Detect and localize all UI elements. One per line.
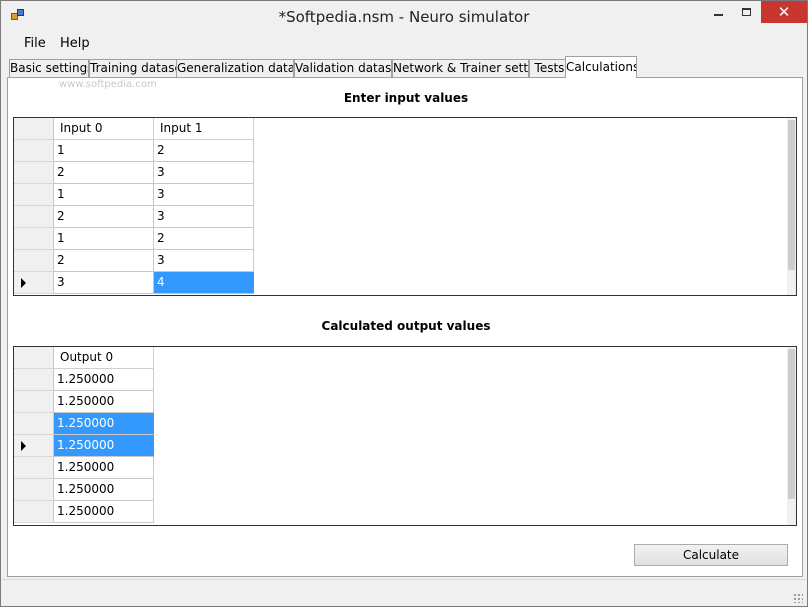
- tab-training-dataset[interactable]: Training dataset: [89, 59, 182, 78]
- tab-validation-dataset[interactable]: Validation dataset: [294, 59, 392, 78]
- output-cell[interactable]: 1.250000: [54, 369, 154, 391]
- tab-calculations[interactable]: Calculations: [565, 56, 637, 78]
- window-title: *Softpedia.nsm - Neuro simulator: [278, 8, 530, 26]
- resize-grip-icon[interactable]: [793, 593, 803, 603]
- input-section-title: Enter input values: [343, 91, 469, 105]
- column-header-output-0[interactable]: Output 0: [54, 347, 154, 369]
- current-row-arrow-icon: [21, 441, 26, 451]
- row-header[interactable]: [14, 369, 54, 391]
- scrollbar-thumb[interactable]: [788, 349, 795, 499]
- output-cell-selected[interactable]: 1.250000: [54, 413, 154, 435]
- input-cell[interactable]: 3: [154, 162, 254, 184]
- input-cell[interactable]: 1: [54, 228, 154, 250]
- output-cell[interactable]: 1.250000: [54, 457, 154, 479]
- output-section-title: Calculated output values: [321, 319, 491, 333]
- output-cell-selected[interactable]: 1.250000: [54, 435, 154, 457]
- maximize-button[interactable]: [733, 1, 759, 23]
- output-cell[interactable]: 1.250000: [54, 479, 154, 501]
- input-grid-scrollbar[interactable]: [787, 118, 796, 295]
- input-cell[interactable]: 3: [54, 272, 154, 294]
- tab-generalization-dataset[interactable]: Generalization dataset: [176, 59, 294, 78]
- calculate-button[interactable]: Calculate: [634, 544, 788, 566]
- calculations-panel: Enter input values Input 0 Input 1 1 2 2…: [7, 77, 803, 577]
- column-header-input-1[interactable]: Input 1: [154, 118, 254, 140]
- row-header[interactable]: [14, 162, 54, 184]
- row-header[interactable]: [14, 435, 54, 457]
- menu-bar: File Help: [2, 33, 806, 54]
- grid-corner: [14, 347, 54, 369]
- input-cell[interactable]: 2: [154, 140, 254, 162]
- input-cell[interactable]: 1: [54, 140, 154, 162]
- row-header[interactable]: [14, 206, 54, 228]
- input-cell[interactable]: 2: [54, 162, 154, 184]
- row-header[interactable]: [14, 413, 54, 435]
- input-cell[interactable]: 3: [154, 206, 254, 228]
- column-header-input-0[interactable]: Input 0: [54, 118, 154, 140]
- output-cell[interactable]: 1.250000: [54, 391, 154, 413]
- row-header[interactable]: [14, 479, 54, 501]
- row-header[interactable]: [14, 501, 54, 523]
- menu-file[interactable]: File: [24, 36, 46, 51]
- close-icon: ✕: [777, 3, 791, 21]
- input-cell[interactable]: 2: [154, 228, 254, 250]
- row-header[interactable]: [14, 272, 54, 294]
- row-header[interactable]: [14, 228, 54, 250]
- grid-corner: [14, 118, 54, 140]
- menu-help[interactable]: Help: [60, 36, 90, 51]
- watermark-text: www.softpedia.com: [59, 79, 157, 90]
- output-grid-scrollbar[interactable]: [787, 347, 796, 525]
- row-header[interactable]: [14, 140, 54, 162]
- maximize-icon: [741, 8, 751, 16]
- main-window: *Softpedia.nsm - Neuro simulator ✕ File …: [0, 0, 808, 607]
- input-cell[interactable]: 2: [54, 206, 154, 228]
- input-cell[interactable]: 1: [54, 184, 154, 206]
- row-header[interactable]: [14, 457, 54, 479]
- scrollbar-thumb[interactable]: [788, 120, 795, 270]
- close-button[interactable]: ✕: [761, 1, 807, 23]
- input-cell-selected[interactable]: 4: [154, 272, 254, 294]
- minimize-icon: [713, 14, 723, 16]
- input-cell[interactable]: 3: [154, 250, 254, 272]
- row-header[interactable]: [14, 250, 54, 272]
- tab-strip: Basic settings Training dataset Generali…: [7, 56, 803, 78]
- input-grid[interactable]: Input 0 Input 1 1 2 2 3 1 3 2 3 1 2 2 3 …: [13, 117, 797, 296]
- row-header[interactable]: [14, 391, 54, 413]
- row-header[interactable]: [14, 184, 54, 206]
- minimize-button[interactable]: [705, 1, 731, 23]
- current-row-arrow-icon: [21, 278, 26, 288]
- title-bar: *Softpedia.nsm - Neuro simulator ✕: [1, 1, 807, 32]
- input-cell[interactable]: 3: [154, 184, 254, 206]
- output-grid[interactable]: Output 0 1.250000 1.250000 1.250000 1.25…: [13, 346, 797, 526]
- tab-basic-settings[interactable]: Basic settings: [9, 59, 89, 78]
- output-cell[interactable]: 1.250000: [54, 501, 154, 523]
- tab-network-trainer-settings[interactable]: Network & Trainer settings: [392, 59, 529, 78]
- status-bar: [2, 579, 806, 606]
- input-cell[interactable]: 2: [54, 250, 154, 272]
- tab-tests[interactable]: Tests: [529, 59, 570, 78]
